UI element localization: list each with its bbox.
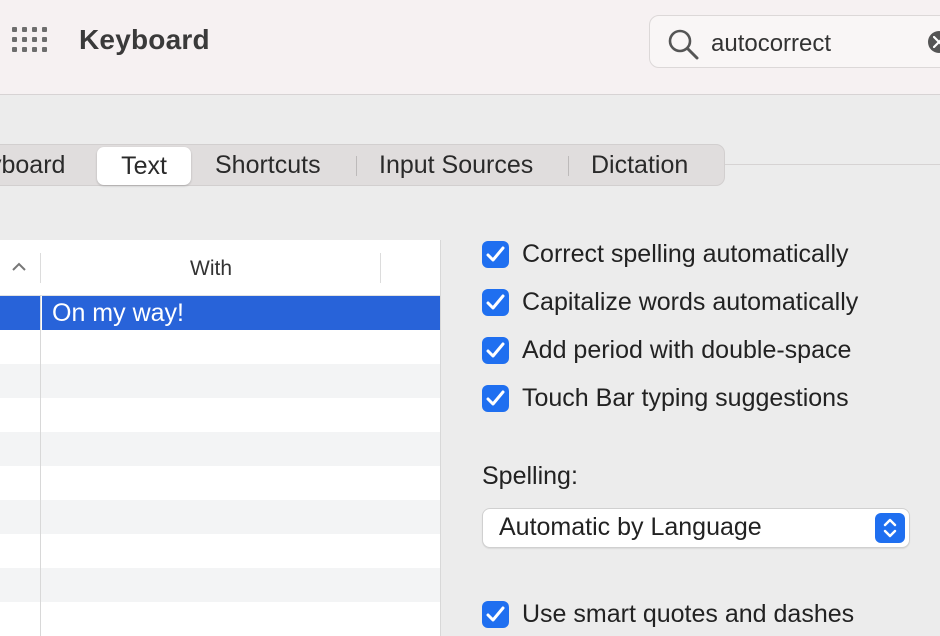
table-row-empty — [0, 364, 440, 398]
column-header-with[interactable]: With — [42, 257, 380, 281]
option-label: Correct spelling automatically — [522, 240, 849, 268]
table-row-empty — [0, 466, 440, 500]
table-row[interactable]: On my way! — [0, 296, 440, 330]
option-label: Add period with double-space — [522, 336, 852, 364]
table-row-empty — [0, 398, 440, 432]
text-replacement-table[interactable]: With On my way! — [0, 240, 441, 636]
show-all-grid-icon[interactable] — [12, 27, 49, 54]
checkbox-checked-icon[interactable] — [482, 601, 509, 628]
tab-dictation[interactable]: Dictation — [591, 145, 688, 185]
tab-separator — [568, 156, 569, 176]
tab-divider-line — [725, 164, 940, 165]
search-icon — [668, 29, 699, 60]
table-row-empty — [0, 500, 440, 534]
tab-keyboard[interactable]: yboard — [0, 145, 65, 185]
sort-ascending-icon[interactable] — [12, 262, 26, 272]
tab-separator — [356, 156, 357, 176]
chevron-up-down-icon[interactable] — [875, 513, 905, 543]
option-label: Capitalize words automatically — [522, 288, 859, 316]
spelling-popup-button[interactable]: Automatic by Language — [482, 508, 910, 548]
table-row-empty — [0, 602, 440, 636]
tab-shortcuts[interactable]: Shortcuts — [215, 145, 321, 185]
column-divider[interactable] — [380, 253, 381, 283]
search-field[interactable]: autocorrect — [649, 15, 940, 68]
table-row-empty — [0, 534, 440, 568]
column-divider-line — [40, 295, 41, 636]
checkbox-checked-icon[interactable] — [482, 241, 509, 268]
table-row-empty — [0, 330, 440, 364]
title-bar: Keyboard autocorrect — [0, 0, 940, 95]
tab-input-sources[interactable]: Input Sources — [379, 145, 533, 185]
tab-bar: yboard Text Shortcuts Input Sources Dict… — [0, 144, 725, 186]
checkbox-checked-icon[interactable] — [482, 337, 509, 364]
tab-text[interactable]: Text — [97, 147, 191, 185]
window-title: Keyboard — [79, 24, 210, 55]
spelling-selected-value: Automatic by Language — [499, 513, 762, 541]
table-cell-with[interactable]: On my way! — [52, 299, 184, 328]
checkbox-checked-icon[interactable] — [482, 385, 509, 412]
table-header: With — [0, 240, 440, 296]
column-divider[interactable] — [40, 253, 41, 283]
option-label: Touch Bar typing suggestions — [522, 384, 849, 412]
spelling-label: Spelling: — [482, 462, 578, 490]
clear-search-icon[interactable] — [928, 31, 940, 53]
table-row-empty — [0, 568, 440, 602]
checkbox-checked-icon[interactable] — [482, 289, 509, 316]
option-label: Use smart quotes and dashes — [522, 600, 855, 628]
search-input[interactable]: autocorrect — [711, 30, 831, 58]
table-row-empty — [0, 432, 440, 466]
